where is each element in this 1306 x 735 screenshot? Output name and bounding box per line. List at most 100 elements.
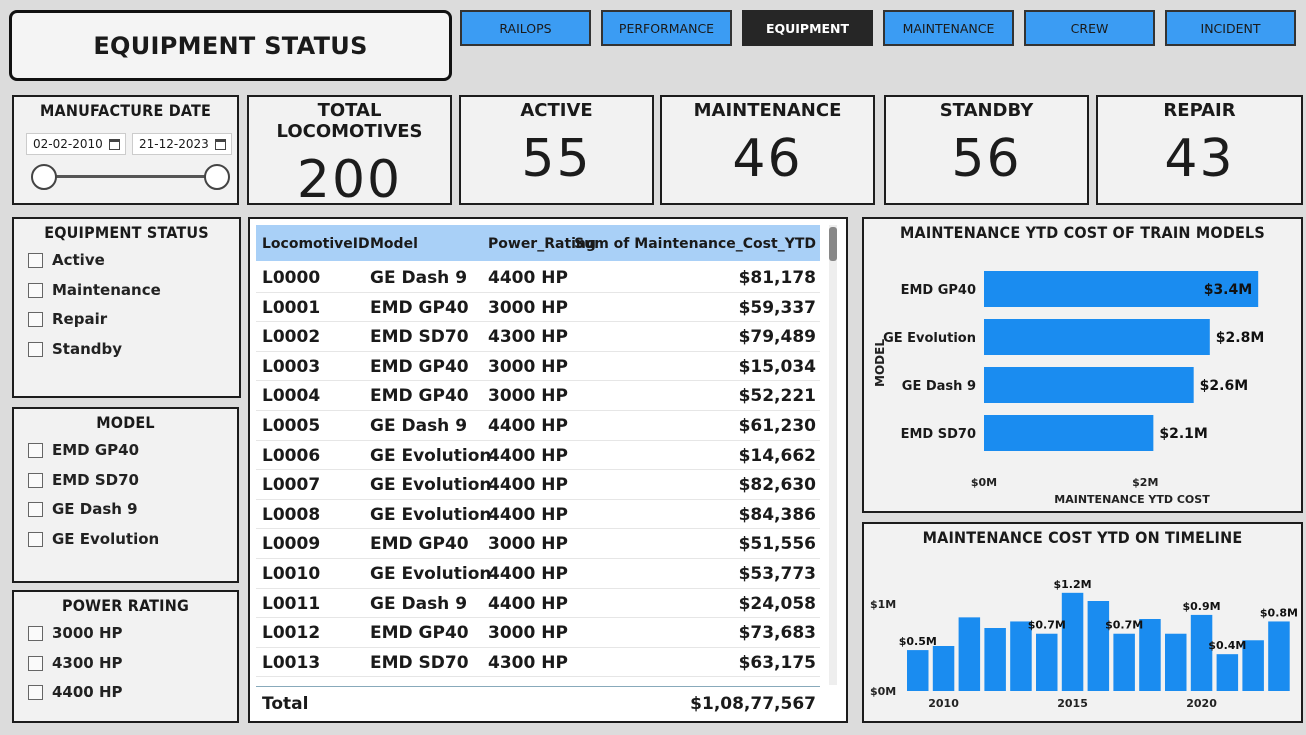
bar bbox=[984, 628, 1006, 691]
table-row[interactable]: L0002 EMD SD70 4300 HP $79,489 bbox=[256, 322, 820, 352]
table-row[interactable]: L0006 GE Evolution 4400 HP $14,662 bbox=[256, 441, 820, 471]
kpi-label: REPAIR bbox=[1163, 100, 1236, 121]
model-option-ge-dash-9[interactable]: GE Dash 9 bbox=[28, 500, 138, 518]
status-option-standby[interactable]: Standby bbox=[28, 340, 122, 358]
start-date-input[interactable]: 02-02-2010 bbox=[26, 133, 126, 155]
bar bbox=[984, 415, 1154, 451]
table-row[interactable]: L0007 GE Evolution 4400 HP $82,630 bbox=[256, 470, 820, 500]
table-cell: $24,058 bbox=[738, 593, 816, 614]
nav-button-incident[interactable]: INCIDENT bbox=[1165, 10, 1296, 46]
table-body: L0000 GE Dash 9 4400 HP $81,178 L0001 EMD GP4… bbox=[250, 219, 846, 684]
equipment-status-filter: EQUIPMENT STATUS Active Maintenance Repa… bbox=[12, 217, 241, 398]
checkbox[interactable] bbox=[28, 531, 43, 547]
table-row[interactable]: L0003 EMD GP40 3000 HP $15,034 bbox=[256, 352, 820, 382]
table-row[interactable]: L0013 EMD SD70 4300 HP $63,175 bbox=[256, 648, 820, 678]
category-label: EMD GP40 bbox=[901, 283, 976, 298]
checkbox[interactable] bbox=[28, 472, 43, 488]
table-row[interactable]: L0000 GE Dash 9 4400 HP $81,178 bbox=[256, 263, 820, 293]
table-cell: 4400 HP bbox=[488, 475, 568, 496]
table-cell: $61,230 bbox=[738, 416, 816, 436]
date-slider-end-handle[interactable] bbox=[204, 164, 230, 190]
table-cell: 3000 HP bbox=[488, 386, 568, 407]
bar bbox=[984, 319, 1210, 355]
data-label: $0.8M bbox=[1260, 606, 1298, 619]
table-cell: EMD GP40 bbox=[370, 356, 469, 377]
model-cost-chart: MAINTENANCE YTD COST OF TRAIN MODELS EMD… bbox=[862, 217, 1303, 513]
table-cell: 4400 HP bbox=[488, 416, 568, 436]
page-title-box: EQUIPMENT STATUS bbox=[9, 10, 452, 81]
table-cell: 3000 HP bbox=[488, 297, 568, 318]
table-cell: L0007 bbox=[262, 475, 321, 496]
table-row[interactable]: L0010 GE Evolution 4400 HP $53,773 bbox=[256, 559, 820, 589]
data-label: $0.7M bbox=[1105, 619, 1143, 632]
nav-button-crew[interactable]: CREW bbox=[1024, 10, 1155, 46]
data-label: $2.8M bbox=[1216, 330, 1264, 346]
table-cell: $52,221 bbox=[738, 386, 816, 407]
table-cell: 3000 HP bbox=[488, 534, 568, 555]
table-cell: EMD GP40 bbox=[370, 534, 469, 555]
table-cell: $63,175 bbox=[738, 652, 816, 673]
table-cell: 4400 HP bbox=[488, 268, 568, 288]
chart-title: MAINTENANCE YTD COST OF TRAIN MODELS bbox=[900, 223, 1265, 242]
kpi-total-locomotives: TOTAL LOCOMOTIVES 200 bbox=[247, 95, 452, 210]
checkbox[interactable] bbox=[28, 625, 43, 641]
bar bbox=[1268, 621, 1290, 691]
bar bbox=[1113, 633, 1135, 691]
checkbox[interactable] bbox=[28, 501, 43, 517]
model-filter-title: MODEL bbox=[96, 413, 155, 432]
checkbox[interactable] bbox=[28, 442, 43, 458]
table-cell: L0004 bbox=[262, 386, 321, 407]
table-row[interactable]: L0012 EMD GP40 3000 HP $73,683 bbox=[256, 618, 820, 648]
model-option-emd-sd70[interactable]: EMD SD70 bbox=[28, 471, 139, 489]
table-cell: EMD SD70 bbox=[370, 652, 469, 673]
status-option-repair[interactable]: Repair bbox=[28, 310, 107, 328]
power-rating-filter: POWER RATING 3000 HP 4300 HP 4400 HP bbox=[12, 590, 239, 723]
table-cell: 4400 HP bbox=[488, 564, 568, 584]
bar bbox=[1061, 592, 1084, 691]
data-label: $3.4M bbox=[1204, 282, 1252, 298]
model-option-ge-evolution[interactable]: GE Evolution bbox=[28, 530, 159, 548]
status-option-active[interactable]: Active bbox=[28, 251, 105, 269]
bar bbox=[1087, 601, 1110, 691]
power-option-4300[interactable]: 4300 HP bbox=[28, 654, 123, 672]
table-row[interactable]: L0011 GE Dash 9 4400 HP $24,058 bbox=[256, 589, 820, 619]
table-row[interactable]: L0004 EMD GP40 3000 HP $52,221 bbox=[256, 381, 820, 411]
table-row[interactable]: L0001 EMD GP40 3000 HP $59,337 bbox=[256, 293, 820, 323]
power-option-3000[interactable]: 3000 HP bbox=[28, 624, 123, 642]
end-date-input[interactable]: 21-12-2023 bbox=[132, 133, 232, 155]
kpi-maintenance: MAINTENANCE 46 bbox=[660, 95, 875, 205]
date-slider-start-handle[interactable] bbox=[31, 164, 57, 190]
nav-button-performance[interactable]: PERFORMANCE bbox=[601, 10, 732, 46]
table-cell: L0006 bbox=[262, 445, 321, 466]
table-row[interactable]: L0008 GE Evolution 4400 HP $84,386 bbox=[256, 500, 820, 530]
nav-button-equipment[interactable]: EQUIPMENT bbox=[742, 10, 873, 46]
locomotive-table: LocomotiveID Model Power_Rating Sum of M… bbox=[248, 217, 848, 723]
scrollbar-thumb[interactable] bbox=[829, 227, 837, 261]
power-option-4400[interactable]: 4400 HP bbox=[28, 683, 123, 701]
table-cell: GE Dash 9 bbox=[370, 416, 468, 436]
nav-button-maintenance[interactable]: MAINTENANCE bbox=[883, 10, 1014, 46]
table-cell: GE Evolution bbox=[370, 564, 492, 584]
checkbox[interactable] bbox=[28, 684, 43, 700]
data-label: $1.2M bbox=[1054, 578, 1092, 591]
bar bbox=[1165, 633, 1187, 691]
table-scrollbar[interactable] bbox=[829, 225, 837, 685]
table-cell: GE Evolution bbox=[370, 445, 492, 466]
checkbox[interactable] bbox=[28, 655, 43, 671]
checkbox[interactable] bbox=[28, 311, 43, 327]
total-value: $1,08,77,567 bbox=[690, 694, 816, 714]
checkbox[interactable] bbox=[28, 341, 43, 357]
checkbox[interactable] bbox=[28, 282, 43, 298]
model-option-emd-gp40[interactable]: EMD GP40 bbox=[28, 441, 139, 459]
bar bbox=[958, 617, 981, 691]
status-option-maintenance[interactable]: Maintenance bbox=[28, 281, 161, 299]
table-cell: L0003 bbox=[262, 356, 321, 377]
table-row[interactable]: L0009 EMD GP40 3000 HP $51,556 bbox=[256, 529, 820, 559]
nav-button-railops[interactable]: RAILOPS bbox=[460, 10, 591, 46]
category-label: GE Evolution bbox=[883, 331, 976, 346]
checkbox[interactable] bbox=[28, 252, 43, 268]
table-row[interactable]: L0005 GE Dash 9 4400 HP $61,230 bbox=[256, 411, 820, 441]
total-label: Total bbox=[262, 694, 309, 714]
kpi-label: ACTIVE bbox=[520, 100, 593, 121]
table-cell: EMD GP40 bbox=[370, 623, 469, 644]
